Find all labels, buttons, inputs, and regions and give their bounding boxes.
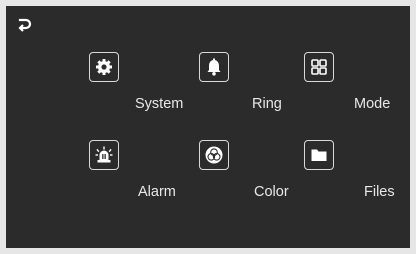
folder-icon xyxy=(311,149,327,161)
ring-button[interactable] xyxy=(199,52,229,82)
siren-icon xyxy=(95,146,113,163)
mode-label: Mode xyxy=(354,96,391,112)
files-label: Files xyxy=(364,184,395,200)
color-label: Color xyxy=(254,184,289,200)
files-button[interactable] xyxy=(304,140,334,170)
back-button[interactable] xyxy=(16,16,34,34)
alarm-label: Alarm xyxy=(138,184,176,200)
gear-icon xyxy=(96,59,112,75)
color-button[interactable] xyxy=(199,140,229,170)
mode-button[interactable] xyxy=(304,52,334,82)
system-label: System xyxy=(135,96,184,112)
system-button[interactable] xyxy=(89,52,119,82)
back-arrow-icon xyxy=(18,18,32,32)
alarm-button[interactable] xyxy=(89,140,119,170)
ring-label: Ring xyxy=(252,96,282,112)
color-circles-icon xyxy=(205,146,223,164)
menu-screen: System Ring Mode Alarm Color Files xyxy=(6,6,410,248)
bell-icon xyxy=(207,58,221,76)
grid-icon xyxy=(311,59,327,75)
